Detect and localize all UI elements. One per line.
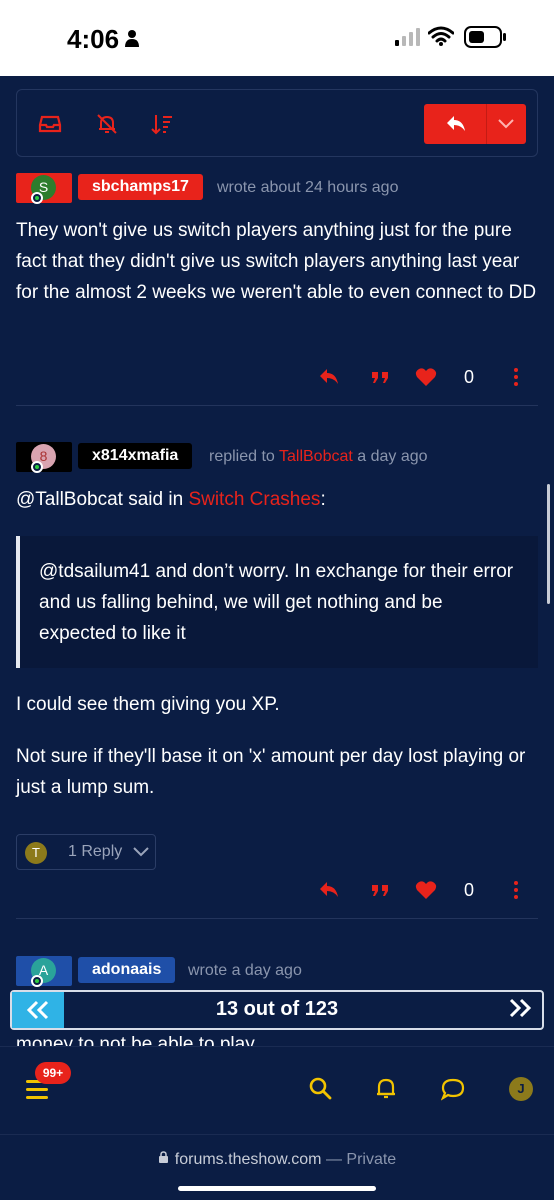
post-body-partial: money to not be able to play: [16, 1034, 255, 1046]
double-chevron-left-icon: [26, 1000, 49, 1020]
status-bar: 4:06: [0, 0, 554, 76]
username-badge[interactable]: sbchamps17: [78, 174, 203, 200]
url-domain: forums.theshow.com: [174, 1151, 322, 1168]
quote-intro: @TallBobcat said in Switch Crashes:: [16, 484, 541, 515]
reply-icon[interactable]: [318, 366, 340, 388]
avatar[interactable]: A: [16, 956, 72, 987]
url-display[interactable]: forums.theshow.com — Private: [0, 1151, 554, 1169]
reply-icon[interactable]: [318, 879, 340, 901]
quote-icon[interactable]: [369, 879, 391, 901]
blockquote: @tdsailum41 and don’t worry. In exchange…: [16, 536, 538, 668]
more-options-icon[interactable]: [505, 366, 527, 388]
chevron-down-icon[interactable]: [498, 118, 514, 130]
meta-suffix[interactable]: a day ago: [357, 448, 427, 465]
post-divider: [16, 918, 538, 919]
post-paragraph: I could see them giving you XP.: [16, 694, 280, 715]
home-indicator[interactable]: [178, 1186, 376, 1191]
username-badge[interactable]: x814xmafia: [78, 443, 193, 469]
battery-icon: [464, 26, 506, 48]
lock-icon: [158, 1151, 168, 1163]
browser-url-bar: forums.theshow.com — Private: [0, 1134, 554, 1200]
heart-icon[interactable]: [415, 366, 437, 388]
scrollbar[interactable]: [547, 484, 550, 604]
bell-icon[interactable]: [374, 1076, 398, 1100]
replies-button[interactable]: T 1 Reply: [16, 834, 156, 870]
post-body: They won't give us switch players anythi…: [16, 220, 537, 303]
quote-colon: :: [320, 489, 326, 510]
browsing-mode: Private: [346, 1151, 397, 1168]
replies-label: 1 Reply: [68, 843, 123, 860]
double-chevron-right-icon[interactable]: [508, 998, 532, 1018]
bottom-nav: [0, 1046, 554, 1134]
bell-slash-icon[interactable]: [95, 112, 119, 136]
signal-icon: [395, 28, 420, 46]
person-icon: [125, 30, 139, 47]
pagination-label[interactable]: 13 out of 123: [12, 998, 542, 1021]
reply-avatar: T: [25, 842, 47, 864]
online-status-icon: [31, 192, 43, 204]
vote-count: 0: [464, 367, 475, 387]
vote-count: 0: [464, 880, 475, 900]
wifi-icon: [428, 26, 454, 46]
reply-to-link[interactable]: TallBobcat: [279, 448, 353, 465]
reply-split-button[interactable]: [424, 104, 526, 144]
quote-text: @tdsailum41 and don’t worry. In exchange…: [39, 561, 514, 644]
search-icon[interactable]: [308, 1076, 332, 1100]
meta-prefix: replied to: [209, 448, 275, 465]
notifications-badge: 99+: [35, 1062, 71, 1084]
online-status-icon: [31, 461, 43, 473]
url-separator: —: [321, 1151, 347, 1168]
status-time: 4:06: [67, 24, 120, 54]
more-options-icon[interactable]: [505, 879, 527, 901]
pagination-bar: 13 out of 123: [10, 990, 544, 1030]
username-badge[interactable]: adonaais: [78, 957, 176, 983]
topic-link[interactable]: Switch Crashes: [188, 489, 320, 510]
chat-icon[interactable]: [441, 1077, 465, 1101]
inbox-icon[interactable]: [38, 112, 62, 136]
chevron-down-icon: [133, 847, 149, 857]
post-meta[interactable]: wrote a day ago: [188, 962, 302, 980]
online-status-icon: [31, 975, 43, 987]
sort-icon[interactable]: [150, 112, 174, 136]
avatar[interactable]: S: [16, 173, 72, 204]
reply-icon[interactable]: [445, 113, 467, 135]
post-meta[interactable]: wrote about 24 hours ago: [217, 179, 398, 197]
quote-intro-text: @TallBobcat said in: [16, 489, 184, 510]
avatar[interactable]: 8: [16, 442, 72, 473]
prev-page-button[interactable]: [12, 992, 64, 1028]
reply-split-divider: [486, 104, 487, 144]
post-meta: replied to TallBobcat a day ago: [209, 448, 428, 466]
user-avatar[interactable]: J: [509, 1077, 533, 1101]
quote-icon[interactable]: [369, 366, 391, 388]
post-divider: [16, 405, 538, 406]
post-paragraph: Not sure if they'll base it on 'x' amoun…: [16, 746, 526, 798]
heart-icon[interactable]: [415, 879, 437, 901]
